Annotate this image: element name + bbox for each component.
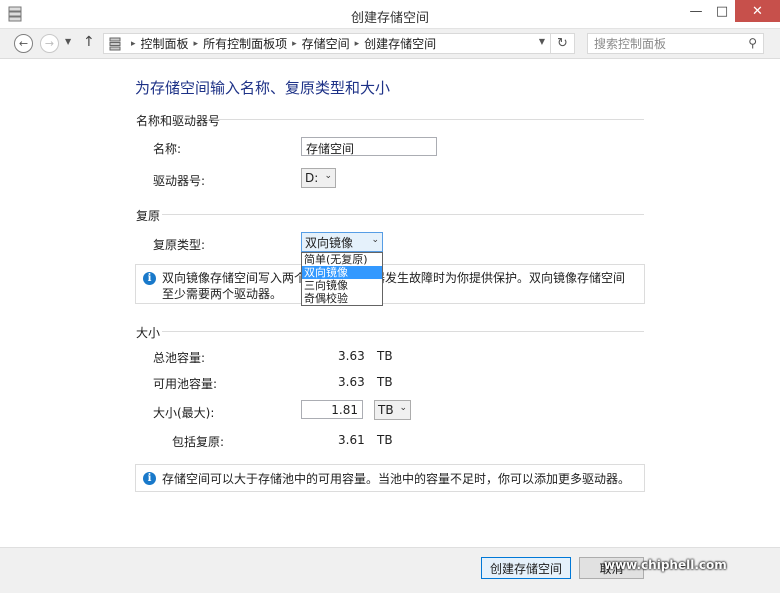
create-storage-space-button[interactable]: 创建存储空间	[481, 557, 571, 579]
close-button[interactable]: ✕	[735, 0, 780, 22]
page-heading: 为存储空间输入名称、复原类型和大小	[135, 79, 391, 97]
resiliency-option[interactable]: 奇偶校验	[302, 292, 382, 305]
size-unit-select[interactable]: TB ⌄	[374, 400, 411, 420]
breadcrumb-separator-icon[interactable]: ▸	[350, 39, 365, 49]
resiliency-info-text: 双向镜像存储空间写入两个数 个驱动器发生故障时为你提供保护。双向镜像存储空间 至少…	[162, 270, 625, 302]
max-size-label: 大小(最大):	[153, 406, 215, 420]
back-button[interactable]: ←	[14, 34, 33, 53]
group-divider	[214, 119, 644, 120]
resiliency-type-select[interactable]: 双向镜像 ⌄	[301, 232, 383, 252]
available-capacity-unit: TB	[377, 375, 393, 389]
info-icon: i	[143, 472, 156, 485]
chevron-down-icon: ⌄	[371, 235, 379, 245]
resiliency-info-line1: 双向镜像存储空间写入两个数	[162, 271, 319, 285]
size-info-text: 存储空间可以大于存储池中的可用容量。当池中的容量不足时，你可以添加更多驱动器。	[162, 472, 631, 486]
address-dropdown-icon[interactable]: ▼	[539, 37, 545, 46]
drive-letter-value: D:	[305, 171, 319, 185]
maximize-button[interactable]: □	[709, 0, 735, 22]
recent-locations-chevron-icon[interactable]: ▼	[65, 37, 71, 46]
group-size: 大小	[136, 326, 161, 340]
drive-letter-label: 驱动器号:	[153, 174, 206, 188]
size-info-box: i 存储空间可以大于存储池中的可用容量。当池中的容量不足时，你可以添加更多驱动器…	[135, 464, 645, 492]
search-icon[interactable]: ⚲	[748, 36, 757, 50]
search-box[interactable]: ⚲	[587, 33, 764, 54]
breadcrumb-separator-icon[interactable]: ▸	[189, 39, 204, 49]
window-title: 创建存储空间	[350, 11, 429, 26]
group-name-and-drive: 名称和驱动器号	[136, 114, 221, 128]
group-divider	[162, 214, 644, 215]
resiliency-type-value: 双向镜像	[305, 235, 354, 250]
watermark-logo	[690, 478, 776, 590]
breadcrumb-item[interactable]: 所有控制面板项	[203, 35, 287, 52]
resiliency-info-box: i 双向镜像存储空间写入两个数 个驱动器发生故障时为你提供保护。双向镜像存储空间 …	[135, 264, 645, 304]
breadcrumb-separator-icon[interactable]: ▸	[287, 39, 302, 49]
watermark-url: www.chiphell.com	[604, 558, 727, 572]
control-panel-icon	[104, 34, 126, 53]
refresh-button[interactable]: ↻	[551, 33, 575, 54]
breadcrumb-separator-icon[interactable]: ▸	[126, 39, 141, 49]
resiliency-type-label: 复原类型:	[153, 238, 206, 252]
group-resiliency: 复原	[136, 209, 161, 223]
chevron-down-icon: ⌄	[324, 171, 332, 181]
title-bar: 创建存储空间 — □ ✕	[0, 0, 780, 29]
including-resiliency-unit: TB	[377, 433, 393, 447]
resiliency-info-line2: 至少需要两个驱动器。	[162, 287, 283, 301]
forward-button[interactable]: →	[40, 34, 59, 53]
chevron-down-icon: ⌄	[399, 403, 407, 413]
up-button[interactable]: ↑	[83, 34, 95, 50]
name-field[interactable]: 存储空间	[301, 137, 437, 156]
arrow-right-icon: →	[44, 37, 55, 50]
including-resiliency-label: 包括复原:	[172, 435, 225, 449]
resiliency-option[interactable]: 三向镜像	[302, 279, 382, 292]
address-bar[interactable]: ▸ 控制面板 ▸ 所有控制面板项 ▸ 存储空间 ▸ 创建存储空间 ▼	[103, 33, 551, 54]
total-capacity-value: 3.63	[338, 349, 365, 363]
total-capacity-label: 总池容量:	[153, 351, 206, 365]
available-capacity-value: 3.63	[338, 375, 365, 389]
resiliency-options-list[interactable]: 简单(无复原) 双向镜像 三向镜像 奇偶校验	[301, 252, 383, 306]
max-size-field[interactable]: 1.81	[301, 400, 363, 419]
including-resiliency-value: 3.61	[338, 433, 365, 447]
size-unit-value: TB	[378, 403, 394, 417]
group-divider	[162, 331, 644, 332]
minimize-button[interactable]: —	[683, 0, 709, 22]
breadcrumb-item[interactable]: 存储空间	[302, 35, 350, 52]
arrow-left-icon: ←	[18, 37, 29, 50]
resiliency-option[interactable]: 简单(无复原)	[302, 253, 382, 266]
breadcrumb-item[interactable]: 创建存储空间	[364, 35, 436, 52]
resiliency-option-selected[interactable]: 双向镜像	[302, 266, 382, 279]
info-icon: i	[143, 272, 156, 285]
name-label: 名称:	[153, 142, 182, 156]
breadcrumb-item[interactable]: 控制面板	[141, 35, 189, 52]
available-capacity-label: 可用池容量:	[153, 377, 218, 391]
drive-letter-select[interactable]: D: ⌄	[301, 168, 336, 188]
refresh-icon: ↻	[557, 36, 568, 51]
search-input[interactable]	[588, 34, 738, 53]
total-capacity-unit: TB	[377, 349, 393, 363]
